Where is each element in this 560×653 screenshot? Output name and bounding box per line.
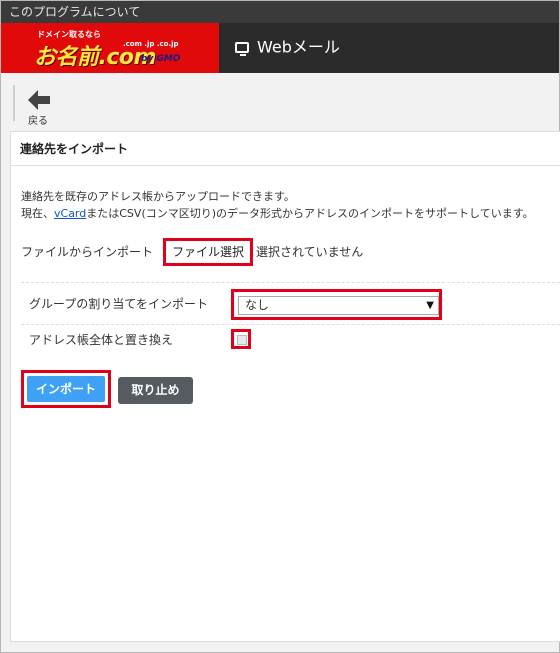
- replace-label: アドレス帳全体と置き換え: [29, 333, 174, 347]
- group-import-label: グループの割り当てをインポート: [29, 297, 209, 311]
- group-select[interactable]: なし ▼: [238, 296, 439, 315]
- caret-down-icon: ▼: [426, 300, 434, 311]
- onamae-logo[interactable]: ドメイン取るなら お名前.com .com .jp .co.jp by GMO: [1, 23, 219, 73]
- back-button[interactable]: 戻る: [13, 85, 53, 127]
- import-button[interactable]: インポート: [27, 376, 105, 402]
- file-import-label: ファイルからインポート: [21, 244, 154, 259]
- replace-checkbox[interactable]: [237, 335, 247, 345]
- logo-brand: by GMO: [141, 54, 181, 64]
- panel-description: 連絡先を既存のアドレス帳からアップロードできます。 現在、vCardまたはCSV…: [21, 188, 534, 222]
- description-line-2: 現在、vCardまたはCSV(コンマ区切り)のデータ形式からアドレスのインポート…: [21, 205, 534, 222]
- back-label: 戻る: [28, 116, 48, 127]
- logo-tlds: .com .jp .co.jp: [123, 40, 179, 48]
- titlebar: このプログラムについて: [1, 1, 559, 23]
- group-import-row: グループの割り当てをインポート なし ▼: [21, 282, 560, 325]
- import-button-highlight: インポート: [21, 370, 111, 408]
- file-select-button[interactable]: ファイル選択: [163, 238, 254, 266]
- desc-suffix: またはCSV(コンマ区切り)のデータ形式からアドレスのインポートをサポートしてい…: [86, 207, 534, 220]
- description-line-1: 連絡先を既存のアドレス帳からアップロードできます。: [21, 190, 295, 203]
- replace-row: アドレス帳全体と置き換え: [21, 324, 560, 355]
- cancel-button[interactable]: 取り止め: [118, 377, 193, 404]
- file-status: 選択されていません: [256, 244, 364, 259]
- group-select-value: なし: [245, 298, 270, 312]
- import-panel: 連絡先をインポート 連絡先を既存のアドレス帳からアップロードできます。 現在、v…: [10, 131, 560, 642]
- vcard-link[interactable]: vCard: [54, 207, 86, 220]
- app-label: Webメール: [257, 37, 340, 57]
- panel-title: 連絡先をインポート: [11, 132, 560, 166]
- arrow-left-icon: [28, 90, 50, 110]
- monitor-icon: [235, 42, 249, 56]
- desc-prefix: 現在、: [21, 207, 54, 220]
- app-header: ドメイン取るなら お名前.com .com .jp .co.jp by GMO …: [1, 23, 559, 73]
- replace-checkbox-highlight: [231, 329, 251, 349]
- file-import-row: ファイルからインポート ファイル選択 選択されていません: [21, 238, 364, 266]
- webmail-app-link[interactable]: Webメール: [235, 36, 340, 59]
- back-divider: [13, 85, 15, 121]
- window-frame: このプログラムについて ドメイン取るなら お名前.com .com .jp .c…: [0, 0, 560, 653]
- group-select-highlight: なし ▼: [231, 289, 442, 320]
